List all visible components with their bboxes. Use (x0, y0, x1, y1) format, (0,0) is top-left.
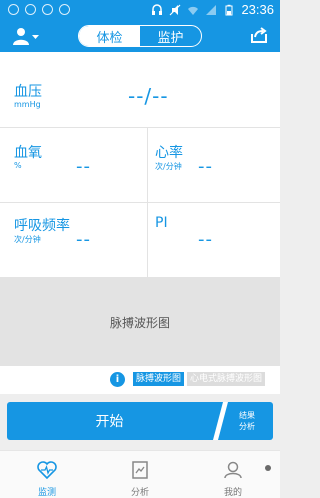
toggle-pulse-wave[interactable]: 脉搏波形图 (133, 372, 185, 386)
toggle-ecg-pulse-wave[interactable]: 心电式脉搏波形图 (187, 372, 266, 386)
notification-dot (265, 465, 271, 471)
battery-icon (225, 4, 233, 15)
bottom-nav: 监测 分析 我的 (0, 450, 280, 498)
resp-pi-row: 呼吸频率 次/分钟 -- PI -- (0, 203, 280, 278)
app-header: 体检 监护 (0, 21, 280, 52)
respiration-unit: 次/分钟 (14, 235, 41, 244)
mode-switch: 体检 监护 (78, 25, 202, 47)
system-icons: 23:36 (151, 2, 274, 17)
divider (147, 203, 148, 277)
notification-icons (8, 4, 70, 15)
mute-icon (170, 4, 181, 15)
nav-monitor-label: 监测 (37, 488, 56, 498)
status-bar: 23:36 (0, 0, 280, 21)
heart-rate-unit: 次/分钟 (155, 162, 182, 171)
spo2-unit: % (14, 161, 22, 170)
signal-icon (206, 4, 217, 15)
divider (147, 128, 148, 202)
start-button[interactable]: 开始 结果 分析 (7, 402, 273, 440)
user-icon (224, 461, 242, 479)
respiration-value: -- (76, 229, 91, 250)
respiration-label: 呼吸频率 (14, 218, 70, 234)
spo2-label: 血氧 (14, 145, 42, 161)
blood-pressure-label: 血压 (14, 84, 42, 100)
tab-checkup[interactable]: 体检 (79, 26, 140, 46)
headset-icon (152, 3, 163, 15)
blood-pressure-unit: mmHg (14, 100, 41, 109)
blood-pressure-card: 血压 mmHg --/-- (0, 52, 280, 128)
notification-icon (42, 4, 53, 15)
spo2-heart-row: 血氧 % -- 心率 次/分钟 -- (0, 128, 280, 203)
nav-monitor[interactable]: 监测 (17, 461, 77, 498)
waveform-placeholder: 脉搏波形图 (109, 315, 170, 330)
start-label: 开始 (95, 414, 124, 430)
report-icon (132, 461, 148, 479)
waveform-area: 脉搏波形图 (0, 278, 280, 366)
heart-rate-label: 心率 (155, 145, 183, 161)
wifi-icon (188, 6, 199, 15)
user-menu-icon[interactable] (12, 26, 42, 46)
heart-rate-value: -- (198, 156, 213, 177)
notification-icon (59, 4, 70, 15)
nav-profile[interactable]: 我的 (203, 461, 263, 498)
pi-value: -- (198, 229, 213, 250)
waveform-toggle-strip: i 脉搏波形图 心电式脉搏波形图 (0, 366, 280, 394)
status-time: 23:36 (241, 2, 274, 17)
nav-profile-label: 我的 (223, 488, 242, 498)
measurement-panel: 血压 mmHg --/-- 血氧 % -- 心率 次/分钟 -- 呼吸频率 次/… (0, 52, 280, 278)
notification-icon (8, 4, 19, 15)
pi-label: PI (155, 215, 168, 231)
result-label-line1: 结果 (239, 411, 255, 420)
tab-monitor[interactable]: 监护 (140, 26, 201, 46)
info-icon[interactable]: i (110, 372, 125, 387)
nav-analysis-label: 分析 (130, 488, 149, 498)
notification-icon (25, 4, 36, 15)
share-icon[interactable] (250, 26, 268, 44)
blood-pressure-value: --/-- (128, 84, 169, 108)
spo2-value: -- (76, 156, 91, 177)
result-analysis-button[interactable]: 结果 分析 (232, 410, 262, 432)
nav-analysis[interactable]: 分析 (110, 461, 170, 498)
result-label-line2: 分析 (239, 422, 255, 431)
heart-pulse-icon (37, 461, 57, 479)
